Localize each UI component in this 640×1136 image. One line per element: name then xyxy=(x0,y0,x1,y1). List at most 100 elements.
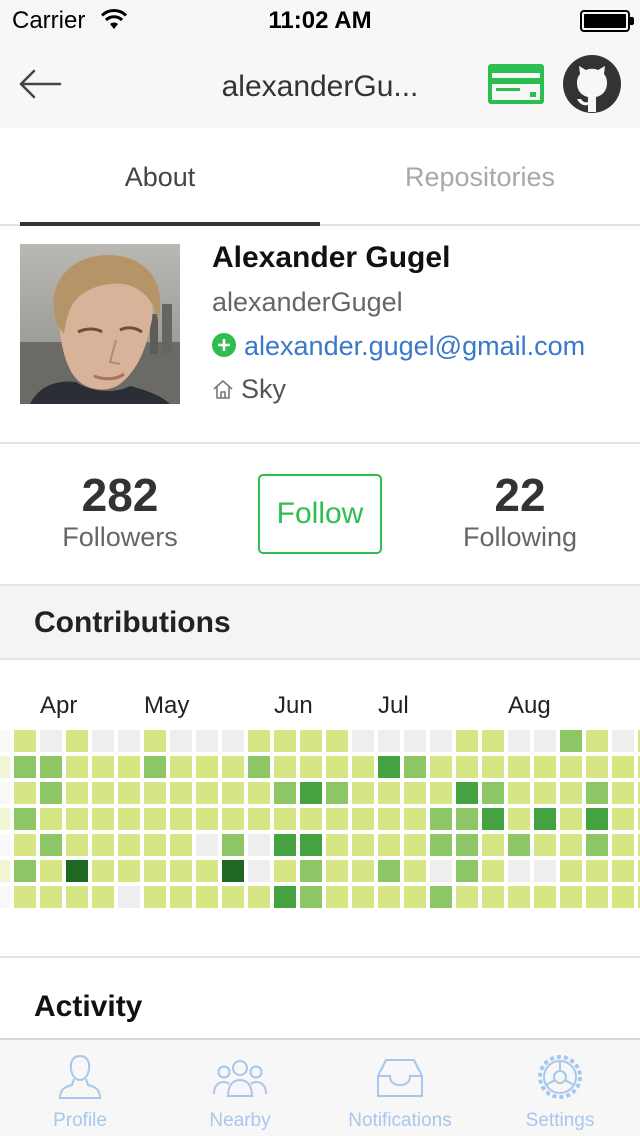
contribution-cell xyxy=(430,860,452,882)
contribution-cell xyxy=(352,782,374,804)
follow-button[interactable]: Follow xyxy=(258,474,382,554)
contribution-cell xyxy=(456,808,478,830)
contribution-cell xyxy=(560,730,582,752)
contribution-cell xyxy=(612,834,634,856)
contribution-cell xyxy=(326,782,348,804)
profile-login: alexanderGugel xyxy=(212,287,403,317)
contribution-cell xyxy=(612,730,634,752)
profile-location: Sky xyxy=(241,374,287,404)
contribution-cell xyxy=(222,886,244,908)
contribution-cell xyxy=(66,756,88,778)
contribution-cell xyxy=(430,886,452,908)
contribution-cell xyxy=(222,730,244,752)
tab-about[interactable]: About xyxy=(0,128,320,226)
contribution-cell xyxy=(612,782,634,804)
month-label: Apr xyxy=(40,692,78,719)
contribution-cell xyxy=(482,808,504,830)
contribution-cell xyxy=(404,886,426,908)
contribution-cell xyxy=(482,860,504,882)
contribution-cell xyxy=(92,808,114,830)
contribution-cell xyxy=(612,756,634,778)
contribution-cell xyxy=(14,730,36,752)
contribution-cell xyxy=(508,808,530,830)
contribution-cell xyxy=(170,756,192,778)
contribution-cell xyxy=(196,886,218,908)
navigation-bar: alexanderGu... xyxy=(0,40,640,128)
contribution-cell xyxy=(222,756,244,778)
profile-email[interactable]: alexander.gugel@gmail.com xyxy=(244,331,585,362)
contribution-cell-partial xyxy=(0,834,10,856)
contributions-title: Contributions xyxy=(34,606,231,639)
github-icon[interactable] xyxy=(562,54,622,114)
contribution-cell xyxy=(118,860,140,882)
contribution-cell xyxy=(144,860,166,882)
bottom-tab-bar: Profile Nearby Notifications Settings xyxy=(0,1038,640,1136)
contribution-cell xyxy=(66,860,88,882)
contribution-cell xyxy=(430,730,452,752)
contribution-cell xyxy=(40,782,62,804)
contribution-cell xyxy=(170,834,192,856)
contribution-cell xyxy=(430,834,452,856)
contribution-cell xyxy=(456,756,478,778)
contribution-cell xyxy=(14,860,36,882)
tab-repositories[interactable]: Repositories xyxy=(320,128,640,226)
following-stat[interactable]: 22 Following xyxy=(420,468,620,552)
contribution-cell xyxy=(456,886,478,908)
contribution-cell xyxy=(456,834,478,856)
contribution-cell xyxy=(40,860,62,882)
profile-name: Alexander Gugel xyxy=(212,241,451,274)
contribution-cell-partial xyxy=(0,730,10,752)
contribution-cell xyxy=(92,730,114,752)
segment-tabs: About Repositories xyxy=(0,128,640,226)
contribution-cell xyxy=(586,808,608,830)
contribution-cell xyxy=(430,782,452,804)
contribution-cell xyxy=(404,782,426,804)
contribution-cell xyxy=(560,886,582,908)
contribution-cell xyxy=(352,730,374,752)
contribution-cell xyxy=(274,834,296,856)
credit-card-icon[interactable] xyxy=(486,62,546,106)
tabbar-item-profile[interactable]: Profile xyxy=(0,1040,160,1136)
contribution-cell xyxy=(508,730,530,752)
add-circle-icon xyxy=(212,333,236,357)
contribution-cell xyxy=(222,834,244,856)
tabbar-item-notifications[interactable]: Notifications xyxy=(320,1040,480,1136)
contribution-cell xyxy=(326,730,348,752)
contribution-cell xyxy=(586,886,608,908)
contribution-cell xyxy=(196,782,218,804)
contribution-cell xyxy=(300,808,322,830)
tabbar-item-nearby[interactable]: Nearby xyxy=(160,1040,320,1136)
contribution-cell xyxy=(352,808,374,830)
contribution-cell-partial xyxy=(0,886,10,908)
tabbar-label: Nearby xyxy=(209,1110,271,1131)
contribution-cell xyxy=(378,886,400,908)
contribution-cell xyxy=(326,808,348,830)
contribution-cell xyxy=(508,860,530,882)
profile-icon xyxy=(58,1054,102,1099)
followers-stat[interactable]: 282 Followers xyxy=(20,468,220,552)
contribution-cell xyxy=(14,782,36,804)
contribution-graph xyxy=(0,728,640,910)
status-bar: Carrier 11:02 AM xyxy=(0,0,640,40)
divider xyxy=(0,442,640,444)
contribution-cell xyxy=(248,886,270,908)
contribution-cell xyxy=(586,782,608,804)
tabbar-item-settings[interactable]: Settings xyxy=(480,1040,640,1136)
contribution-cell xyxy=(196,834,218,856)
contribution-cell xyxy=(118,808,140,830)
contribution-cell xyxy=(14,808,36,830)
tabbar-label: Settings xyxy=(525,1110,595,1131)
following-count: 22 xyxy=(494,469,546,521)
followers-count: 282 xyxy=(81,469,159,521)
contribution-cell xyxy=(196,730,218,752)
contribution-cell xyxy=(326,834,348,856)
contribution-cell xyxy=(586,860,608,882)
contribution-cell xyxy=(326,860,348,882)
contribution-cell xyxy=(14,886,36,908)
contribution-cell xyxy=(300,860,322,882)
arrow-left-icon[interactable] xyxy=(18,64,62,104)
contribution-cell xyxy=(170,730,192,752)
inbox-icon xyxy=(377,1059,423,1097)
contribution-cell xyxy=(456,782,478,804)
contribution-cell xyxy=(560,834,582,856)
